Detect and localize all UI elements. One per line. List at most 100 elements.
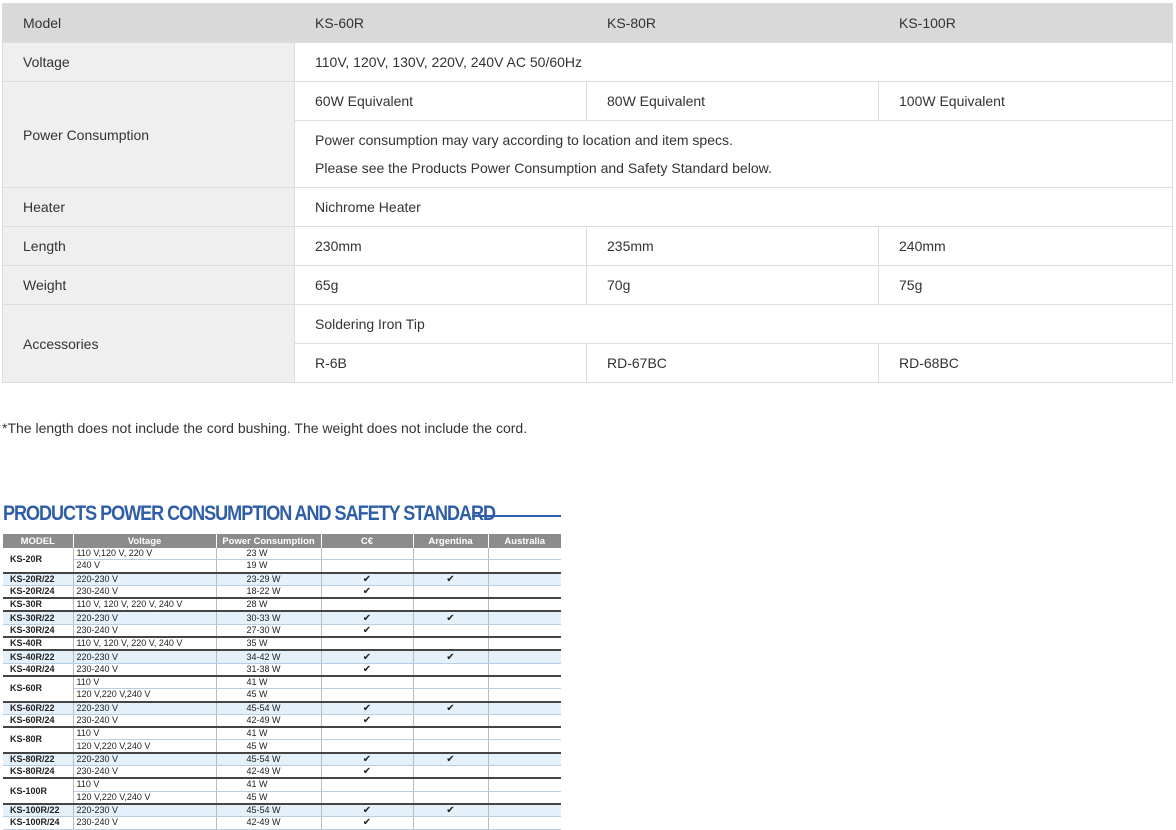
- model-ks-60r: KS-60R: [294, 3, 587, 43]
- ps-body: KS-20R 110 V,120 V, 220 V 23 W 240 V 19 W KS-…: [3, 548, 561, 830]
- ps-voltage: 220-230 V: [73, 649, 217, 664]
- ps-ce-check: [321, 791, 414, 805]
- power-note-line-2: Please see the Products Power Consumptio…: [315, 160, 772, 176]
- ps-argentina-check: [413, 765, 489, 779]
- ps-row: 120 V,220 V,240 V 45 W: [3, 791, 561, 805]
- ps-row: KS-60R/24 230-240 V 42-49 W ✔: [3, 714, 561, 728]
- ps-model: KS-40R: [3, 636, 74, 651]
- ps-australia-check: [488, 700, 561, 715]
- ps-ce-check: ✔: [321, 663, 414, 677]
- ps-model: KS-100R/22: [3, 802, 74, 818]
- ps-australia-check: [488, 663, 561, 677]
- ps-header-argentina: Argentina: [413, 534, 489, 548]
- spec-row-model: Model KS-60R KS-80R KS-100R: [2, 3, 1173, 43]
- ps-model: KS-20R/24: [3, 585, 74, 599]
- ps-argentina-check: [413, 739, 489, 754]
- ps-voltage: 110 V, 120 V, 220 V, 240 V: [73, 597, 217, 612]
- voltage-value: 110V, 120V, 130V, 220V, 240V AC 50/60Hz: [294, 42, 1173, 82]
- spec-label-model: Model: [2, 3, 295, 43]
- ps-argentina-check: [413, 559, 489, 574]
- tip-value-100r: RD-68BC: [878, 343, 1173, 383]
- power-safety-title: PRODUCTS POWER CONSUMPTION AND SAFETY ST…: [3, 502, 496, 525]
- ps-ce-check: [321, 636, 414, 651]
- ps-ce-check: ✔: [321, 649, 414, 664]
- ps-ce-check: ✔: [321, 765, 414, 779]
- spec-row-weight: Weight 65g 70g 75g: [2, 265, 1173, 305]
- ps-ce-check: [321, 777, 414, 792]
- ps-australia-check: [488, 726, 561, 741]
- ps-australia-check: [488, 571, 561, 586]
- ps-row: KS-80R 110 V 41 W: [3, 726, 561, 754]
- ps-power: 45-54 W: [216, 802, 322, 818]
- ps-ce-check: [321, 548, 414, 561]
- ps-model: KS-40R/24: [3, 663, 74, 677]
- ps-power: 45 W: [216, 688, 322, 703]
- ps-row: KS-80R/22 220-230 V 45-54 W ✔ ✔: [3, 751, 561, 767]
- ps-voltage: 120 V,220 V,240 V: [73, 739, 217, 754]
- ps-model: KS-20R: [3, 548, 74, 574]
- spec-row-heater: Heater Nichrome Heater: [2, 187, 1173, 227]
- ps-ce-check: [321, 726, 414, 741]
- ps-voltage: 110 V, 120 V, 220 V, 240 V: [73, 636, 217, 651]
- ps-model: KS-80R: [3, 726, 74, 754]
- ps-australia-check: [488, 624, 561, 638]
- ps-voltage: 220-230 V: [73, 751, 217, 767]
- ps-power: 19 W: [216, 559, 322, 574]
- ps-header-row: MODEL Voltage Power Consumption C€ Argen…: [3, 534, 561, 548]
- ps-model: KS-30R/22: [3, 610, 74, 625]
- length-value-80r: 235mm: [586, 226, 879, 266]
- spec-label-voltage: Voltage: [2, 42, 295, 82]
- ps-ce-check: ✔: [321, 802, 414, 818]
- ps-power: 42-49 W: [216, 714, 322, 728]
- ps-argentina-check: [413, 688, 489, 703]
- ps-australia-check: [488, 751, 561, 767]
- ps-voltage: 120 V,220 V,240 V: [73, 791, 217, 805]
- ce-mark-icon: C€: [321, 534, 414, 548]
- ps-ce-check: [321, 674, 414, 690]
- ps-row: 120 V,220 V,240 V 45 W: [3, 688, 561, 703]
- ps-row: 240 V 19 W: [3, 559, 561, 574]
- ps-australia-check: [488, 649, 561, 664]
- ps-power: 42-49 W: [216, 765, 322, 779]
- length-value-60r: 230mm: [294, 226, 587, 266]
- ps-argentina-check: [413, 624, 489, 638]
- ps-row: KS-30R/24 230-240 V 27-30 W ✔: [3, 624, 561, 638]
- power-note-line-1: Power consumption may vary according to …: [315, 132, 733, 148]
- ps-australia-check: [488, 791, 561, 805]
- ps-voltage: 110 V: [73, 726, 217, 741]
- ps-argentina-check: [413, 791, 489, 805]
- ps-power: 18-22 W: [216, 585, 322, 599]
- ps-ce-check: ✔: [321, 571, 414, 586]
- ps-argentina-check: [413, 714, 489, 728]
- spec-label-weight: Weight: [2, 265, 295, 305]
- spec-table: Model KS-60R KS-80R KS-100R Voltage 110V…: [2, 3, 1173, 383]
- ps-australia-check: [488, 777, 561, 792]
- ps-model: KS-60R/24: [3, 714, 74, 728]
- ps-voltage: 110 V,120 V, 220 V: [73, 548, 217, 561]
- ps-australia-check: [488, 688, 561, 703]
- spec-label-length: Length: [2, 226, 295, 266]
- ps-row: KS-100R 110 V 41 W: [3, 777, 561, 805]
- ps-row: KS-30R/22 220-230 V 30-33 W ✔ ✔: [3, 610, 561, 625]
- ps-power: 30-33 W: [216, 610, 322, 625]
- ps-power: 45-54 W: [216, 751, 322, 767]
- ps-argentina-check: [413, 663, 489, 677]
- ps-row: KS-20R 110 V,120 V, 220 V 23 W: [3, 548, 561, 574]
- ps-australia-check: [488, 610, 561, 625]
- ps-ce-check: [321, 597, 414, 612]
- ps-model: KS-60R: [3, 674, 74, 703]
- ps-header-model: MODEL: [3, 534, 74, 548]
- ps-ce-check: ✔: [321, 751, 414, 767]
- ps-power: 28 W: [216, 597, 322, 612]
- ps-row: KS-20R/22 220-230 V 23-29 W ✔ ✔: [3, 571, 561, 586]
- spec-row-length: Length 230mm 235mm 240mm: [2, 226, 1173, 266]
- ps-header-power: Power Consumption: [216, 534, 322, 548]
- ps-voltage: 110 V: [73, 777, 217, 792]
- ps-argentina-check: [413, 777, 489, 792]
- ps-power: 45-54 W: [216, 700, 322, 715]
- accessories-title: Soldering Iron Tip: [294, 304, 1173, 344]
- power-note: Power consumption may vary according to …: [294, 120, 1173, 188]
- ps-australia-check: [488, 714, 561, 728]
- ps-argentina-check: [413, 636, 489, 651]
- spec-row-accessories: Accessories Soldering Iron Tip: [2, 304, 1173, 383]
